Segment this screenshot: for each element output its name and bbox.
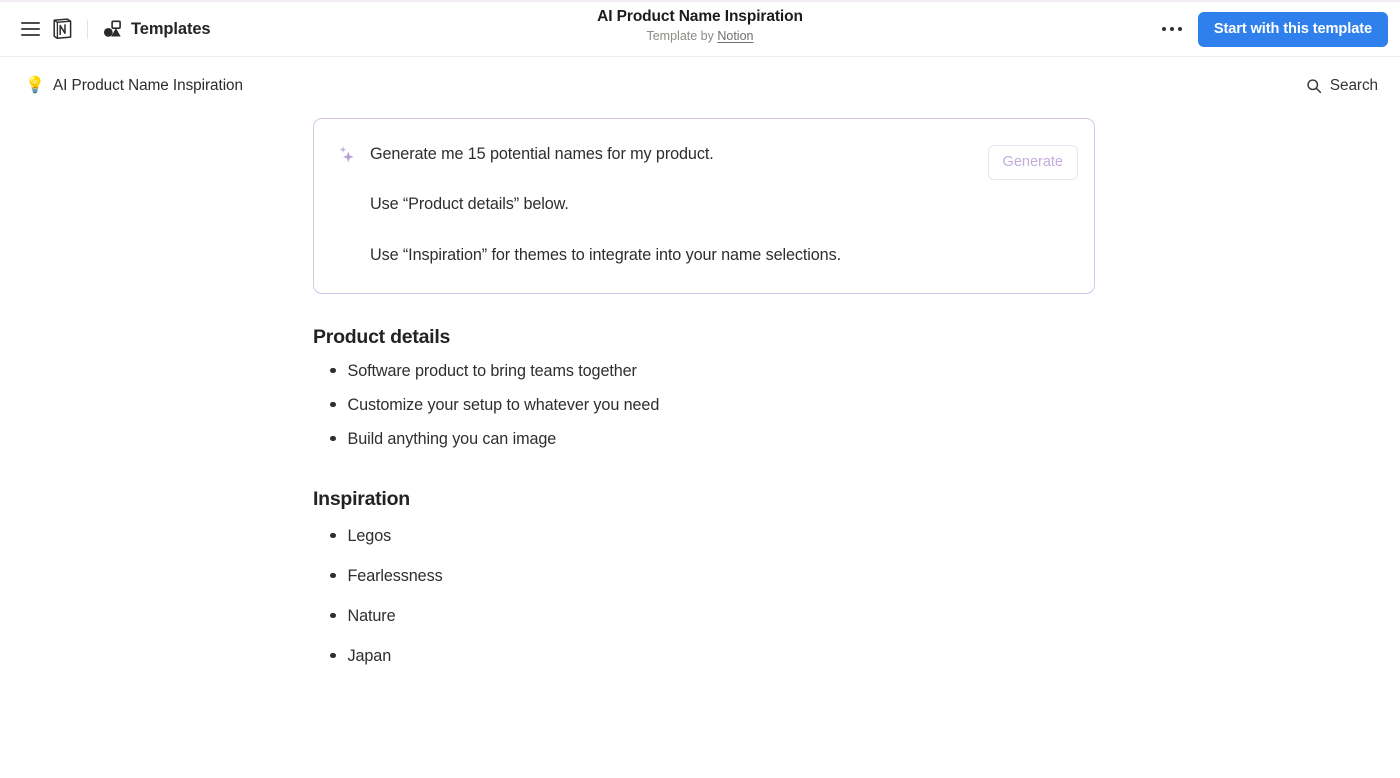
start-with-template-button[interactable]: Start with this template [1197,11,1388,47]
section-inspiration: Inspiration Legos Fearlessness Nature Ja… [313,488,1095,676]
list-item-label: Nature [347,606,396,625]
template-by-label: Template by [646,29,718,44]
template-author-line: Template by Notion [646,29,753,43]
bullet-icon [330,612,336,619]
bullet-icon [330,652,336,659]
list-item[interactable]: Software product to bring teams together [313,354,1095,388]
section-heading: Inspiration [313,488,410,511]
templates-nav-link[interactable]: Templates [99,15,219,44]
search-label: Search [1329,77,1378,94]
sparkles-icon [339,146,354,163]
notion-home-button[interactable] [46,13,78,45]
section-product-details: Product details Software product to brin… [313,326,1095,456]
ai-prompt-card[interactable]: Generate me 15 potential names for my pr… [313,118,1095,295]
list-item-label: Legos [347,526,392,545]
list-item[interactable]: Legos [313,516,1095,556]
search-button[interactable]: Search [1298,72,1386,100]
ai-prompt-line: Generate me 15 potential names for my pr… [370,145,714,163]
menu-button[interactable] [14,13,46,45]
page-body: Generate me 15 potential names for my pr… [0,115,1400,676]
templates-nav-label: Templates [131,19,211,38]
list-item-label: Build anything you can image [347,429,557,448]
list-item[interactable]: Build anything you can image [313,422,1095,456]
list-item-label: Software product to bring teams together [347,361,637,380]
inspiration-list: Legos Fearlessness Nature Japan [313,516,1095,676]
bullet-icon [330,367,336,374]
list-item[interactable]: Nature [313,596,1095,636]
list-item[interactable]: Fearlessness [313,556,1095,596]
header-divider [87,19,88,39]
shapes-icon [103,20,121,37]
breadcrumb-label: AI Product Name Inspiration [53,77,243,94]
notion-logo-icon [53,18,72,40]
hamburger-icon [20,22,40,36]
generate-button[interactable]: Generate [987,145,1078,180]
section-heading: Product details [313,326,451,349]
ai-prompt-row: Generate me 15 potential names for my pr… [336,143,1070,267]
breadcrumb[interactable]: 💡 AI Product Name Inspiration [18,73,250,99]
bullet-icon [330,572,336,579]
ellipsis-icon [1162,26,1167,32]
template-author-link[interactable]: Notion [717,29,753,43]
list-item[interactable]: Customize your setup to whatever you nee… [313,388,1095,422]
list-item-label: Fearlessness [347,566,443,585]
ellipsis-icon [1169,26,1175,32]
list-item-label: Customize your setup to whatever you nee… [347,395,660,414]
list-item-label: Japan [347,646,392,665]
list-item[interactable]: Japan [313,636,1095,676]
bullet-icon [330,401,336,408]
ai-prompt-lines: Generate me 15 potential names for my pr… [370,143,1070,267]
bullet-icon [330,532,336,539]
product-details-list: Software product to bring teams together… [313,354,1095,456]
bullet-icon [330,435,336,442]
ai-prompt-line: Use “Product details” below. [370,195,569,214]
search-icon [1307,79,1321,94]
breadcrumb-bar: 💡 AI Product Name Inspiration Search [0,57,1400,115]
lightbulb-icon: 💡 [25,76,45,94]
content-column: Generate me 15 potential names for my pr… [305,118,1095,676]
more-options-button[interactable] [1156,19,1188,39]
header-left-group: Templates [14,13,219,45]
header-right-group: Start with this template [1156,11,1388,47]
top-header-bar: Templates AI Product Name Inspiration Te… [0,2,1400,57]
page-title: AI Product Name Inspiration [597,8,803,25]
ai-prompt-line: Use “Inspiration” for themes to integrat… [370,245,841,264]
ellipsis-icon [1177,26,1182,32]
